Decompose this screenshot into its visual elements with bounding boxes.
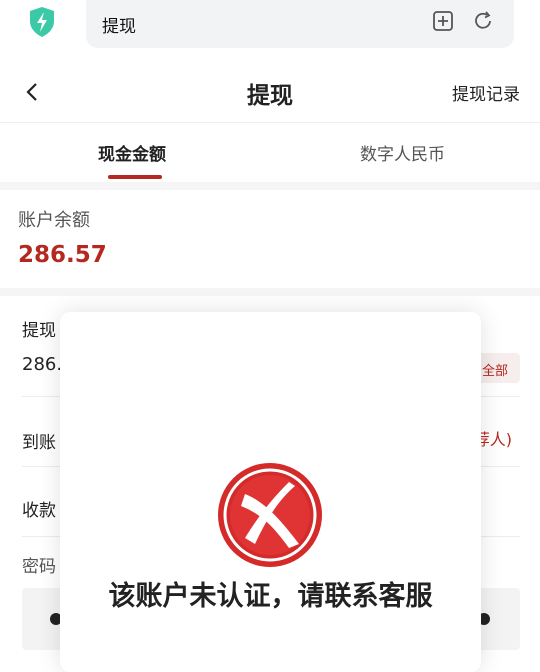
alert-message: 该账户未认证，请联系客服 — [108, 581, 433, 612]
amount-input[interactable]: 286. — [22, 354, 62, 375]
divider — [0, 122, 540, 123]
tab-digital-rmb[interactable]: 数字人民币 — [360, 140, 445, 165]
tab-cash[interactable]: 现金金额 — [98, 140, 166, 165]
section-gap — [0, 182, 540, 190]
browser-toolbar: 提现 — [0, 0, 540, 62]
amount-label: 提现 — [22, 321, 56, 341]
alert-dialog: 该账户未认证，请联系客服 — [60, 312, 481, 672]
tab-bar: 现金金额 数字人民币 — [0, 124, 540, 182]
add-bookmark-icon[interactable] — [432, 10, 454, 32]
reload-icon[interactable] — [472, 10, 494, 32]
address-bar-text: 提现 — [102, 17, 136, 37]
page-header: 提现 提现记录 — [0, 62, 540, 122]
arrival-label: 到账 — [22, 433, 56, 453]
shield-lightning-icon[interactable] — [28, 6, 56, 38]
payee-label: 收款 — [22, 501, 56, 521]
withdraw-record-link[interactable]: 提现记录 — [452, 80, 520, 105]
active-tab-indicator — [108, 175, 162, 179]
password-label: 密码 — [22, 557, 56, 577]
section-gap — [0, 288, 540, 296]
balance-section: 账户余额 286.57 — [0, 190, 540, 288]
error-x-icon — [218, 463, 322, 567]
balance-label: 账户余额 — [18, 210, 90, 231]
balance-amount: 286.57 — [18, 242, 107, 268]
address-bar[interactable]: 提现 — [86, 0, 514, 48]
